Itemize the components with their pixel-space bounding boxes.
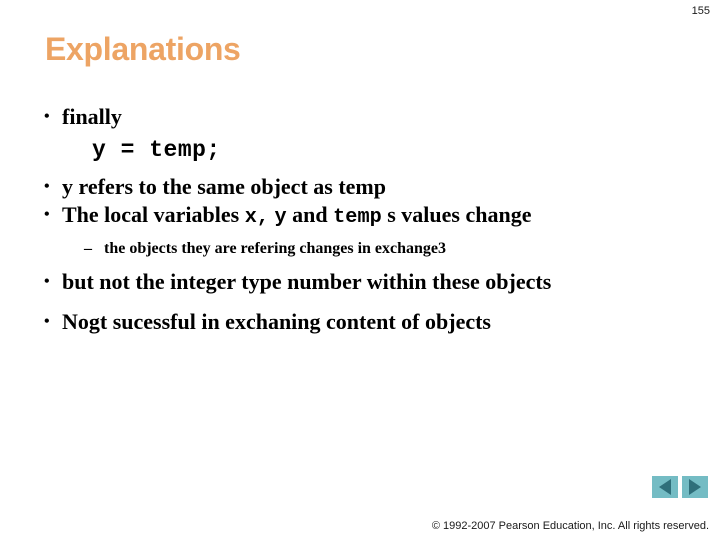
bullet-text-run: the objects they are refering changes in… — [104, 240, 447, 257]
bullet-text-run: y refers to the same object as temp — [62, 174, 386, 199]
bullet-item: • The local variables x, y and temp s va… — [44, 202, 684, 231]
bullet-text-run: and — [286, 202, 334, 227]
inline-code-temp: temp — [333, 206, 382, 229]
triangle-left-icon — [659, 479, 671, 495]
previous-slide-button[interactable] — [652, 476, 678, 498]
bullet-text-run: finally — [62, 104, 122, 129]
bullet-marker: • — [44, 273, 50, 290]
bullet-item: • but not the integer type number within… — [44, 269, 684, 295]
slide-canvas: 155 Explanations • finally y = temp; • y… — [0, 0, 720, 540]
copyright-notice: © 1992-2007 Pearson Education, Inc. All … — [431, 520, 709, 532]
bullet-text: finally — [62, 104, 684, 130]
bullet-text: The local variables x, y and temp s valu… — [62, 202, 684, 231]
bullet-item: • Nogt sucessful in exchaning content of… — [44, 309, 684, 335]
inline-code-y: y — [274, 206, 287, 229]
page-title: Explanations — [45, 31, 241, 67]
code-line: y = temp; — [92, 137, 221, 163]
sub-bullet-text: the objects they are refering changes in… — [104, 239, 446, 259]
bullet-marker: • — [44, 108, 50, 125]
bullet-text-run: s values change — [381, 202, 532, 227]
navigation-controls — [652, 476, 708, 498]
inline-code-x: x, — [244, 206, 270, 229]
bullet-item: • y refers to the same object as temp — [44, 174, 684, 200]
sub-bullet-item: – the objects they are refering changes … — [84, 239, 684, 259]
bullet-text: y refers to the same object as temp — [62, 174, 684, 200]
bullet-marker: • — [44, 313, 50, 330]
next-slide-button[interactable] — [682, 476, 708, 498]
slide-body: • finally y = temp; • y refers to the sa… — [44, 104, 684, 337]
sub-bullet-marker: – — [84, 240, 92, 257]
bullet-marker: • — [44, 206, 50, 223]
triangle-right-icon — [689, 479, 701, 495]
bullet-text-run: The local variables — [62, 202, 245, 227]
bullet-text-run: Nogt sucessful in exchaning content of o… — [62, 309, 491, 334]
page-number: 155 — [691, 5, 710, 17]
bullet-text: but not the integer type number within t… — [62, 269, 684, 295]
bullet-text-run: but not the integer type number within t… — [62, 269, 552, 294]
bullet-text: Nogt sucessful in exchaning content of o… — [62, 309, 684, 335]
bullet-item: • finally — [44, 104, 684, 130]
bullet-marker: • — [44, 178, 50, 195]
